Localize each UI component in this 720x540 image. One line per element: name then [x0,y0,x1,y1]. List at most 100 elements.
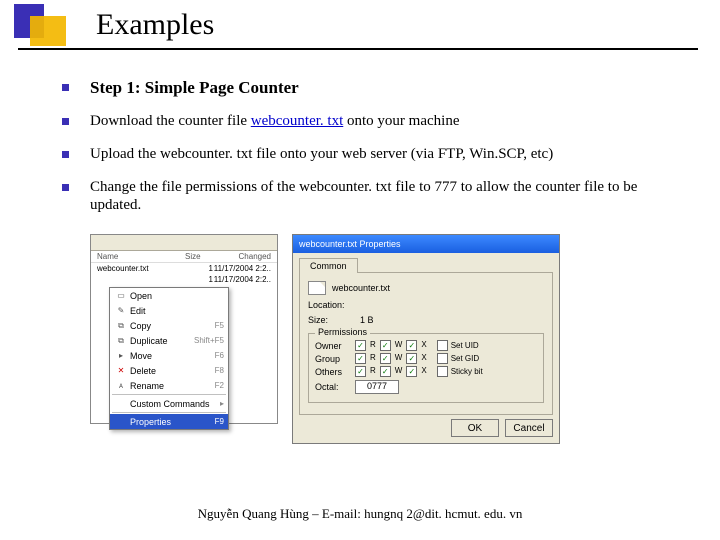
menu-item-shortcut: Shift+F5 [194,336,224,345]
bullet-download: Download the counter file webcounter. tx… [62,112,670,131]
edit-icon: ✎ [114,306,128,315]
menu-item-custom-commands[interactable]: Custom Commands▸ [110,396,228,411]
dialog-titlebar: webcounter.txt Properties [293,235,559,253]
checkbox-r[interactable]: ✓ [355,340,366,351]
panel-header [91,235,277,251]
checkbox-label: X [421,340,426,351]
checkbox-x[interactable]: ✓ [406,353,417,364]
context-menu: ▭Open✎Edit⧉CopyF5⧉DuplicateShift+F5▸Move… [109,287,229,430]
file-size: 1 [185,264,213,273]
checkbox-x[interactable]: ✓ [406,340,417,351]
perm-extra: Set UID [437,340,479,351]
col-name: Name [97,252,185,261]
menu-item-open[interactable]: ▭Open [110,288,228,303]
column-headers: Name Size Changed [91,251,277,263]
figures-row: Name Size Changed webcounter.txt 1 11/17… [90,234,560,444]
checkbox-extra[interactable] [437,340,448,351]
perm-extra: Sticky bit [437,366,483,377]
dialog-buttons: OK Cancel [299,419,553,437]
menu-item-copy[interactable]: ⧉CopyF5 [110,318,228,333]
menu-item-shortcut: F8 [215,366,224,375]
copy-icon: ⧉ [114,321,128,331]
file-row[interactable]: webcounter.txt 1 11/17/2004 2:2.. [91,263,277,274]
perm-row-group: Group✓R✓W✓XSet GID [315,353,537,364]
checkbox-w[interactable]: ✓ [380,340,391,351]
perm-extra-label: Set GID [451,354,479,363]
perm-checks: ✓R✓W✓X [355,353,427,364]
bullet-text: Download the counter file webcounter. tx… [90,112,670,131]
tab-common[interactable]: Common [299,258,358,273]
checkbox-w[interactable]: ✓ [380,353,391,364]
perm-row-others: Others✓R✓W✓XSticky bit [315,366,537,377]
step-heading: Step 1: Simple Page Counter [90,78,670,98]
file-changed: 11/17/2004 2:2.. [213,275,271,284]
square-bullet-icon [62,184,69,191]
title-rule [18,48,698,50]
text-pre: Download the counter file [90,113,251,129]
checkbox-r[interactable]: ✓ [355,353,366,364]
file-icon [308,281,326,295]
menu-item-move[interactable]: ▸MoveF6 [110,348,228,363]
permissions-legend: Permissions [315,327,370,337]
menu-item-properties[interactable]: PropertiesF9 [110,414,228,429]
text-post: onto your machine [343,113,459,129]
menu-item-label: Rename [128,381,215,391]
menu-item-label: Delete [128,366,215,376]
bullet-chmod: Change the file permissions of the webco… [62,178,670,216]
square-bullet-icon [62,151,69,158]
cancel-button[interactable]: Cancel [505,419,553,437]
checkbox-label: W [395,340,403,351]
duplicate-icon: ⧉ [114,336,128,346]
content-area: Step 1: Simple Page Counter Download the… [62,78,670,229]
menu-separator [112,394,226,395]
slide-title: Examples [96,8,214,42]
bullet-text: Change the file permissions of the webco… [90,178,670,216]
checkbox-extra[interactable] [437,366,448,377]
checkbox-w[interactable]: ✓ [380,366,391,377]
menu-item-duplicate[interactable]: ⧉DuplicateShift+F5 [110,333,228,348]
menu-item-label: Edit [128,306,224,316]
webcounter-link[interactable]: webcounter. txt [251,113,343,129]
menu-item-shortcut: F5 [215,321,224,330]
checkbox-label: W [395,366,403,377]
bullet-step-title: Step 1: Simple Page Counter [62,78,670,98]
octal-label: Octal: [315,382,355,392]
menu-item-label: Copy [128,321,215,331]
perm-who: Owner [315,341,355,351]
menu-item-label: Properties [128,417,215,427]
bullet-upload: Upload the webcounter. txt file onto you… [62,145,670,164]
menu-item-shortcut: ▸ [220,399,224,408]
checkbox-extra[interactable] [437,353,448,364]
delete-icon: ✕ [114,366,128,375]
ok-button[interactable]: OK [451,419,499,437]
col-size: Size [185,252,213,261]
slide-footer: Nguyễn Quang Hùng – E-mail: hungnq 2@dit… [0,506,720,522]
menu-item-delete[interactable]: ✕DeleteF8 [110,363,228,378]
perm-row-owner: Owner✓R✓W✓XSet UID [315,340,537,351]
bullet-text: Upload the webcounter. txt file onto you… [90,145,670,164]
open-icon: ▭ [114,291,128,300]
file-name: webcounter.txt [97,264,185,273]
checkbox-label: R [370,366,376,377]
checkbox-label: X [421,353,426,364]
square-bullet-icon [62,84,69,91]
menu-item-label: Open [128,291,224,301]
file-row[interactable]: 1 11/17/2004 2:2.. [91,274,277,285]
checkbox-x[interactable]: ✓ [406,366,417,377]
dialog-pane: webcounter.txt Location: Size:1 B Permis… [299,272,553,415]
checkbox-r[interactable]: ✓ [355,366,366,377]
file-list-screenshot: Name Size Changed webcounter.txt 1 11/17… [90,234,278,424]
menu-item-shortcut: F6 [215,351,224,360]
perm-who: Group [315,354,355,364]
checkbox-label: R [370,353,376,364]
perm-who: Others [315,367,355,377]
corner-accent [0,0,72,48]
location-label: Location: [308,300,360,310]
square-bullet-icon [62,118,69,125]
rename-icon: ᴀ [114,381,128,390]
properties-dialog: webcounter.txt Properties Common webcoun… [292,234,560,444]
menu-separator [112,412,226,413]
menu-item-rename[interactable]: ᴀRenameF2 [110,378,228,393]
octal-field[interactable]: 0777 [355,380,399,394]
menu-item-edit[interactable]: ✎Edit [110,303,228,318]
